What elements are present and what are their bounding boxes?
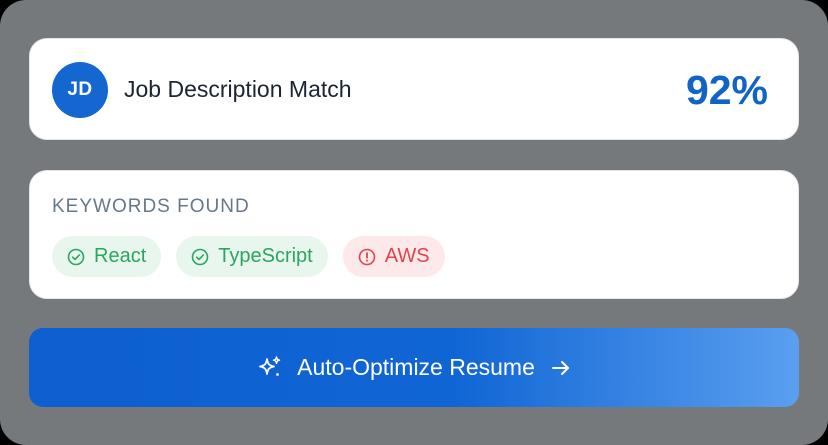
auto-optimize-label: Auto-Optimize Resume: [297, 354, 535, 380]
keyword-chip-typescript[interactable]: TypeScript: [176, 236, 328, 277]
keyword-chip-label: React: [94, 245, 147, 267]
alert-circle-icon: [358, 248, 376, 265]
auto-optimize-resume-button[interactable]: Auto-Optimize Resume: [29, 328, 799, 407]
keyword-chip-aws[interactable]: AWS: [342, 236, 445, 277]
sparkle-icon: [259, 355, 281, 376]
avatar: JD: [52, 62, 108, 118]
keywords-heading: KEYWORDS FOUND: [52, 196, 250, 217]
match-score: 92%: [685, 67, 768, 113]
keyword-chip-label: AWS: [384, 245, 430, 267]
keywords-card: KEYWORDS FOUND React TypeScript AWS: [29, 170, 799, 299]
widget-frame: JD Job Description Match 92% KEYWORDS FO…: [0, 0, 828, 445]
match-title: Job Description Match: [124, 76, 352, 102]
match-card: JD Job Description Match 92%: [29, 38, 799, 140]
keyword-chip-react[interactable]: React: [52, 236, 162, 277]
keyword-chip-label: TypeScript: [218, 245, 313, 267]
check-circle-icon: [67, 248, 85, 265]
arrow-right-icon: [551, 360, 569, 375]
check-circle-icon: [191, 248, 209, 265]
keyword-chip-list: React TypeScript AWS: [52, 236, 445, 277]
